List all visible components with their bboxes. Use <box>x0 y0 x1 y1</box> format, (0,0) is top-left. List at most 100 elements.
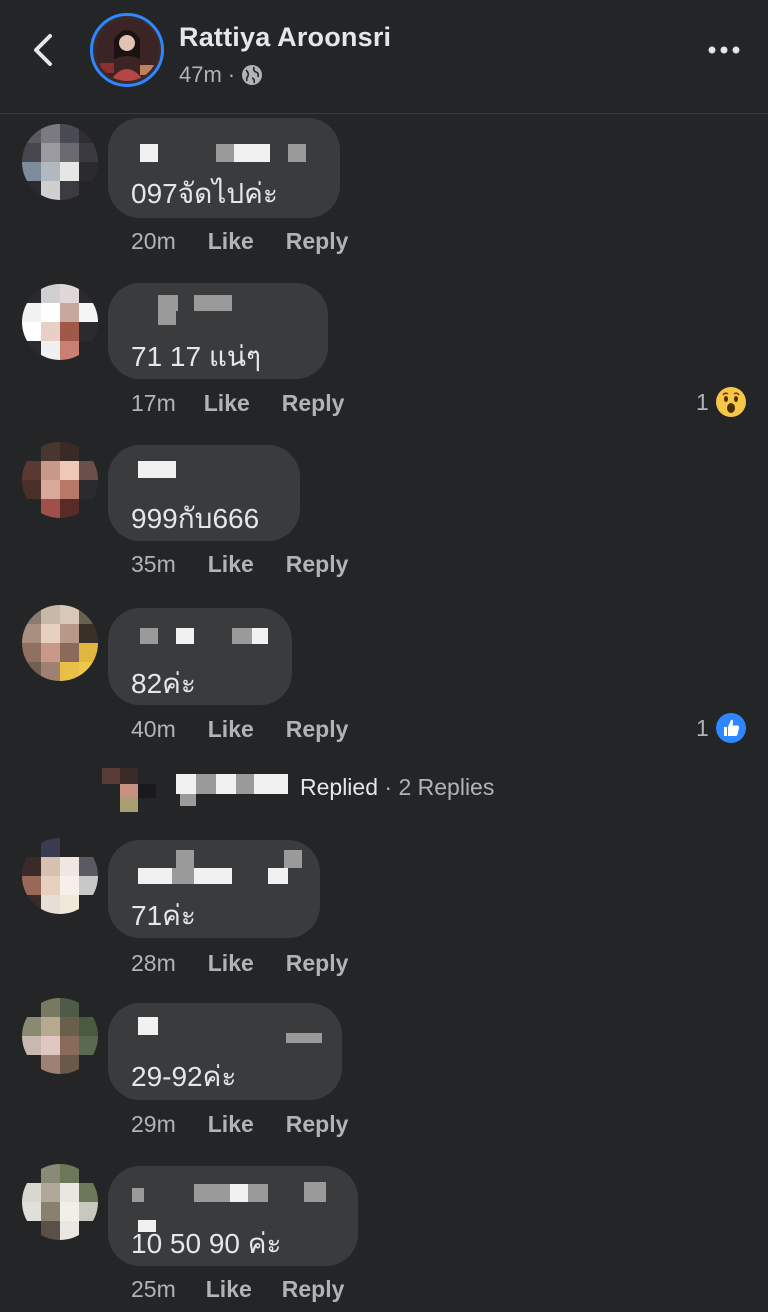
blurred-name <box>158 295 178 311</box>
comment-text: 999กับ666 <box>131 503 260 534</box>
reply-button[interactable]: Reply <box>282 390 345 417</box>
more-icon <box>708 46 740 54</box>
comment-text: 71ค่ะ <box>131 900 196 931</box>
commenter-avatar[interactable] <box>22 284 98 360</box>
commenter-avatar[interactable] <box>22 442 98 518</box>
blurred-name <box>140 144 158 162</box>
like-reaction-icon <box>715 713 746 743</box>
wow-reaction-icon <box>715 387 746 417</box>
comment-bubble[interactable]: 71 17 แน่ๆ <box>108 283 328 379</box>
blurred-name <box>284 850 302 868</box>
blurred-name <box>254 774 288 794</box>
blurred-name <box>138 461 176 478</box>
comment-text: 71 17 แน่ๆ <box>131 341 262 372</box>
blurred-name <box>172 868 194 884</box>
blurred-name <box>176 850 194 868</box>
reply-button[interactable]: Reply <box>282 1276 345 1303</box>
comment-actions: 25m Like Reply <box>131 1276 376 1303</box>
blurred-name <box>216 144 234 162</box>
blurred-name <box>138 868 172 884</box>
blurred-name <box>138 1017 158 1035</box>
blurred-name <box>180 794 196 806</box>
comment-time: 28m <box>131 950 176 976</box>
blurred-name <box>268 868 288 884</box>
commenter-avatar[interactable] <box>22 838 98 914</box>
post-time: 47m <box>179 62 222 87</box>
reaction-count: 1 <box>696 714 709 741</box>
blurred-name <box>196 774 216 794</box>
like-button[interactable]: Like <box>208 950 254 977</box>
author-photo <box>96 19 158 81</box>
author-name[interactable]: Rattiya Aroonsri <box>179 22 391 53</box>
more-options-button[interactable] <box>706 38 742 62</box>
blurred-name <box>194 295 232 311</box>
post-header: Rattiya Aroonsri 47m · <box>0 0 768 114</box>
like-button[interactable]: Like <box>208 228 254 255</box>
like-button[interactable]: Like <box>208 1111 254 1138</box>
reply-button[interactable]: Reply <box>286 551 349 578</box>
reaction-count: 1 <box>696 388 709 415</box>
commenter-avatar[interactable] <box>22 124 98 200</box>
blurred-name <box>140 628 158 644</box>
replies-summary-text: Replied · 2 Replies <box>300 774 494 801</box>
author-avatar[interactable] <box>90 13 164 87</box>
reaction-summary[interactable]: 1 <box>696 712 747 744</box>
view-replies-link[interactable]: Replied · 2 Replies <box>102 762 662 814</box>
globe-icon <box>242 65 263 85</box>
comment-bubble[interactable]: 097จัดไปค่ะ <box>108 118 340 218</box>
like-button[interactable]: Like <box>206 1276 252 1303</box>
comment-bubble[interactable]: 999กับ666 <box>108 445 300 541</box>
back-button[interactable] <box>28 30 62 70</box>
comment-text: 097จัดไปค่ะ <box>131 178 278 209</box>
comment-text: 82ค่ะ <box>131 668 196 699</box>
reply-button[interactable]: Reply <box>286 950 349 977</box>
commenter-avatar[interactable] <box>22 998 98 1074</box>
comment-text: 10 50 90 ค่ะ <box>131 1228 282 1259</box>
comment-time: 35m <box>131 551 176 577</box>
comment-actions: 40m Like Reply <box>131 716 380 743</box>
reaction-summary[interactable]: 1 <box>696 386 747 418</box>
blurred-name <box>252 628 268 644</box>
blurred-name <box>234 144 270 162</box>
reply-button[interactable]: Reply <box>286 228 349 255</box>
replied-label: Replied <box>300 774 378 800</box>
comment-actions: 29m Like Reply <box>131 1111 380 1138</box>
blurred-name <box>194 868 232 884</box>
like-button[interactable]: Like <box>204 390 250 417</box>
blurred-name <box>158 311 176 325</box>
comment-bubble[interactable]: 10 50 90 ค่ะ <box>108 1166 358 1266</box>
comment-bubble[interactable]: 71ค่ะ <box>108 840 320 938</box>
reply-button[interactable]: Reply <box>286 1111 349 1138</box>
blurred-name <box>288 144 306 162</box>
blurred-name <box>216 774 236 794</box>
like-button[interactable]: Like <box>208 551 254 578</box>
comment-time: 40m <box>131 716 176 742</box>
comment-time: 17m <box>131 390 176 416</box>
blurred-name <box>176 628 194 644</box>
comment-actions: 20m Like Reply <box>131 228 380 255</box>
meta-separator: · <box>227 62 236 87</box>
replies-separator: · <box>378 774 399 800</box>
commenter-avatar[interactable] <box>22 1164 98 1240</box>
blurred-name <box>232 628 252 644</box>
reply-button[interactable]: Reply <box>286 716 349 743</box>
replier-avatar <box>102 764 158 812</box>
comment-time: 20m <box>131 228 176 254</box>
comments-screen: Rattiya Aroonsri 47m · 097จัดไปค่ะ 20m L… <box>0 0 768 1312</box>
comment-actions: 17m Like Reply <box>131 390 376 417</box>
commenter-avatar[interactable] <box>22 605 98 681</box>
post-meta: 47m · <box>179 62 263 88</box>
replies-count: 2 Replies <box>398 774 495 800</box>
comment-bubble[interactable]: 82ค่ะ <box>108 608 292 705</box>
comment-bubble[interactable]: 29-92ค่ะ <box>108 1003 342 1100</box>
blurred-name <box>236 774 254 794</box>
like-button[interactable]: Like <box>208 716 254 743</box>
comment-text: 29-92ค่ะ <box>131 1061 237 1092</box>
blurred-name <box>304 1182 326 1202</box>
chevron-left-icon <box>34 34 52 66</box>
blurred-name <box>132 1188 144 1202</box>
blurred-name <box>248 1184 268 1202</box>
blurred-name <box>194 1184 230 1202</box>
comment-time: 25m <box>131 1276 176 1302</box>
blurred-name <box>230 1184 248 1202</box>
